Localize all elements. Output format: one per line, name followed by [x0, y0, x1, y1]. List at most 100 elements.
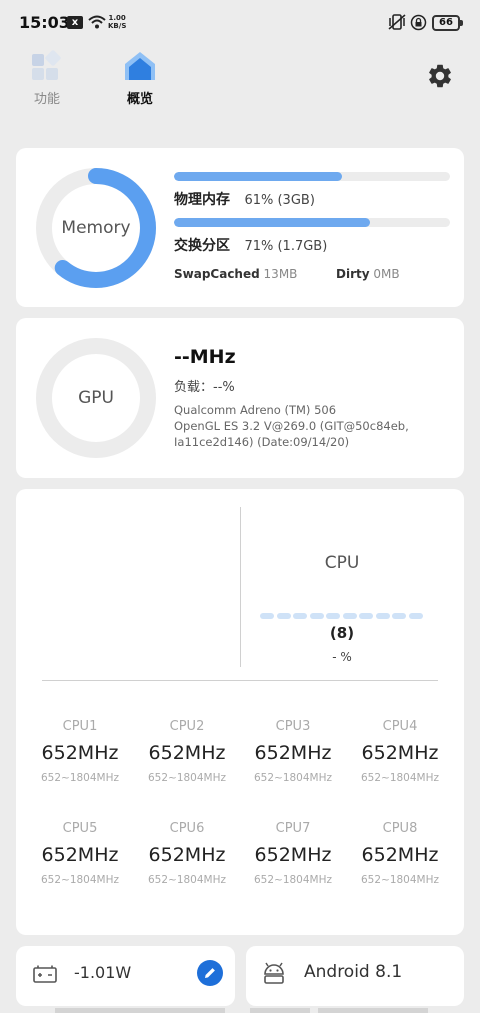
- gpu-load: 负载：--%: [174, 380, 235, 395]
- core-name: CPU1: [62, 719, 98, 734]
- dirty-label: Dirty: [336, 267, 370, 281]
- gpu-info: Qualcomm Adreno (TM) 506 OpenGL ES 3.2 V…: [174, 402, 454, 450]
- cpu-load-dot: [326, 613, 340, 619]
- divider: [240, 507, 241, 667]
- core-frequency: 652MHz: [361, 844, 439, 866]
- status-bar: 15:03 x 1.00 KB/S 66: [0, 0, 480, 46]
- cpu-core: CPU4 652MHz 652~1804MHz: [347, 719, 453, 784]
- cpu-load-dot: [260, 613, 274, 619]
- swap-label: 交换分区: [174, 238, 230, 254]
- android-card[interactable]: Android 8.1: [246, 946, 464, 1006]
- swap-row: 交换分区 71% (1.7GB): [174, 235, 327, 255]
- tab-overview[interactable]: 概览: [110, 50, 170, 107]
- core-name: CPU8: [382, 821, 418, 836]
- cpu-load-dot: [309, 613, 324, 619]
- gpu-card[interactable]: GPU --MHz 负载：--% Qualcomm Adreno (TM) 50…: [16, 318, 464, 478]
- tab-overview-label: 概览: [126, 92, 153, 107]
- net-speed: 1.00 KB/S: [108, 14, 126, 30]
- gpu-title: GPU: [78, 388, 114, 408]
- cpu-load-dot: [408, 613, 423, 619]
- pencil-icon: [205, 968, 215, 978]
- battery-indicator: 66: [432, 15, 463, 31]
- core-range: 652~1804MHz: [147, 874, 227, 886]
- battery-icon: [33, 965, 57, 983]
- gpu-info-line: Qualcomm Adreno (TM) 506: [174, 403, 337, 417]
- power-card[interactable]: -1.01W: [16, 946, 235, 1006]
- cpu-load: - %: [332, 650, 352, 664]
- power-value: -1.01W: [74, 963, 132, 982]
- cpu-core: CPU8 652MHz 652~1804MHz: [347, 821, 453, 886]
- physical-memory-bar: [174, 172, 450, 181]
- physical-memory-label: 物理内存: [174, 192, 230, 208]
- swap-cached: SwapCached 13MB: [174, 267, 297, 281]
- grid-icon: [32, 50, 61, 80]
- swap-cached-label: SwapCached: [174, 267, 260, 281]
- swap-bar-fill: [174, 218, 370, 227]
- net-speed-unit: KB/S: [108, 22, 127, 30]
- core-name: CPU5: [62, 821, 98, 836]
- core-range: 652~1804MHz: [253, 772, 333, 784]
- cpu-core: CPU3 652MHz 652~1804MHz: [240, 719, 346, 784]
- core-name: CPU2: [169, 719, 205, 734]
- core-range: 652~1804MHz: [253, 874, 333, 886]
- cpu-load-dot: [392, 613, 406, 619]
- wifi-icon: [88, 14, 106, 33]
- core-frequency: 652MHz: [148, 844, 226, 866]
- gpu-info-line: OpenGL ES 3.2 V@269.0 (GIT@50c84eb,: [174, 419, 409, 433]
- net-speed-value: 1.00: [108, 14, 126, 22]
- notification-icon: x: [67, 16, 83, 29]
- cpu-core-count: (8): [329, 624, 355, 642]
- status-time: 15:03: [19, 13, 70, 32]
- tab-functions[interactable]: 功能: [17, 50, 77, 107]
- home-icon: [125, 52, 155, 80]
- core-frequency: 652MHz: [41, 844, 119, 866]
- android-version: Android 8.1: [304, 962, 403, 982]
- memory-title: Memory: [61, 218, 131, 238]
- edit-power-button[interactable]: [197, 960, 223, 986]
- dirty-value: 0MB: [373, 267, 400, 281]
- memory-card[interactable]: Memory 物理内存 61% (3GB) 交换分区 71% (1.7GB) S…: [16, 148, 464, 307]
- rotation-lock-icon: [410, 14, 427, 35]
- core-range: 652~1804MHz: [40, 874, 120, 886]
- cpu-core: CPU1 652MHz 652~1804MHz: [27, 719, 133, 784]
- nav-hint: [318, 1008, 428, 1013]
- cpu-load-dot: [375, 613, 390, 619]
- physical-memory-row: 物理内存 61% (3GB): [174, 189, 315, 209]
- core-frequency: 652MHz: [41, 742, 119, 764]
- cpu-card[interactable]: CPU (8) - % CPU1 652MHz 652~1804MHz CPU2…: [16, 489, 464, 935]
- nav-hint: [55, 1008, 225, 1013]
- core-name: CPU3: [275, 719, 311, 734]
- core-frequency: 652MHz: [254, 844, 332, 866]
- gpu-frequency: --MHz: [174, 346, 236, 368]
- swap-value: 71% (1.7GB): [244, 239, 328, 254]
- core-frequency: 652MHz: [361, 742, 439, 764]
- swap-cached-value: 13MB: [263, 267, 298, 281]
- gear-icon: [429, 64, 451, 88]
- cpu-core: CPU5 652MHz 652~1804MHz: [27, 821, 133, 886]
- physical-memory-bar-fill: [174, 172, 343, 181]
- core-range: 652~1804MHz: [40, 772, 120, 784]
- cpu-core: CPU2 652MHz 652~1804MHz: [134, 719, 240, 784]
- cpu-core: CPU6 652MHz 652~1804MHz: [134, 821, 240, 886]
- dirty-memory: Dirty 0MB: [336, 267, 400, 281]
- core-name: CPU4: [382, 719, 418, 734]
- divider: [42, 680, 438, 681]
- swap-bar: [174, 218, 450, 227]
- nav-hint: [250, 1008, 310, 1013]
- core-name: CPU7: [275, 821, 311, 836]
- core-range: 652~1804MHz: [147, 772, 227, 784]
- cpu-load-dot: [276, 613, 291, 619]
- core-range: 652~1804MHz: [360, 772, 440, 784]
- android-icon: [264, 962, 284, 984]
- core-frequency: 652MHz: [254, 742, 332, 764]
- core-frequency: 652MHz: [148, 742, 226, 764]
- cpu-load-dot: [293, 613, 307, 619]
- tab-functions-label: 功能: [33, 92, 60, 107]
- cpu-load-dot: [359, 613, 373, 619]
- cpu-load-dot: [342, 613, 357, 619]
- core-range: 652~1804MHz: [360, 874, 440, 886]
- cpu-core: CPU7 652MHz 652~1804MHz: [240, 821, 346, 886]
- settings-button[interactable]: [426, 62, 454, 90]
- cpu-title: CPU: [324, 553, 360, 573]
- gpu-info-line: Ia11ce2d146) (Date:09/14/20): [174, 435, 350, 449]
